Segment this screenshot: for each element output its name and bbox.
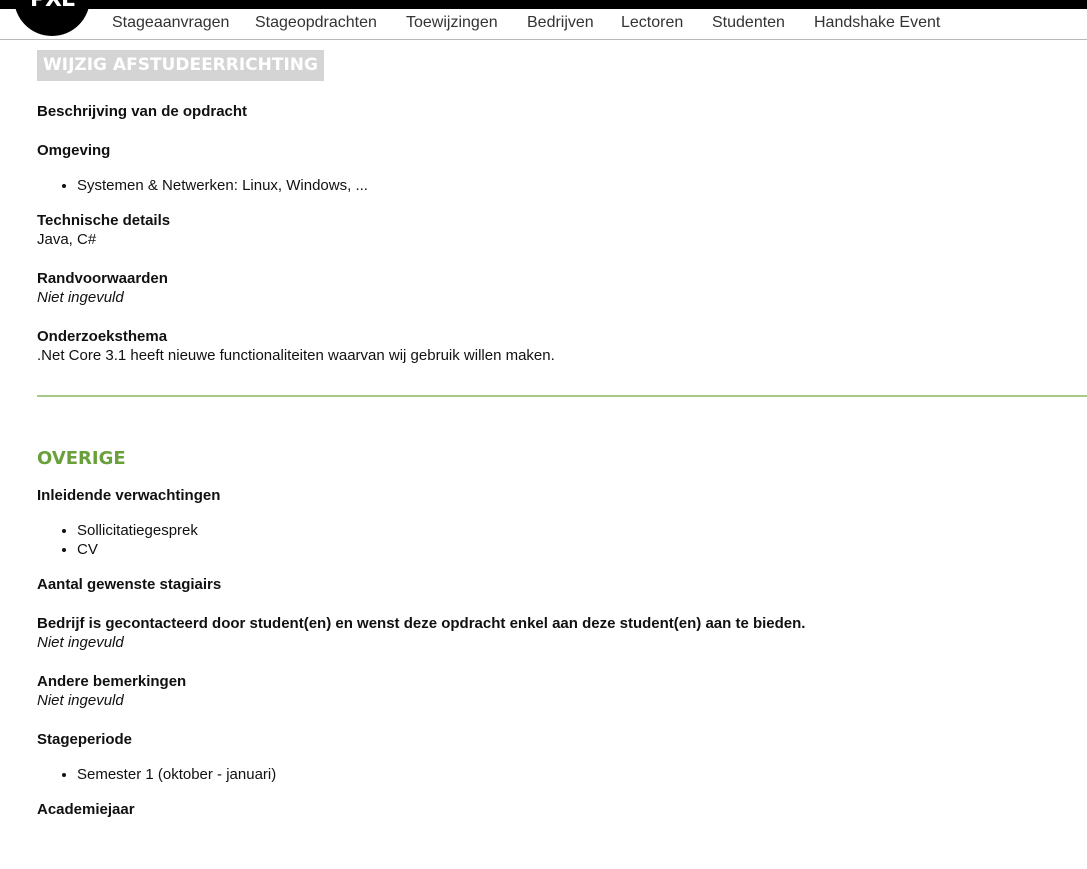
technical-details-value: Java, C# — [37, 231, 97, 248]
section-title-overige: OVERIGE — [37, 448, 126, 469]
nav-item-lectoren[interactable]: Lectoren — [621, 14, 683, 32]
nav-item-stageaanvragen[interactable]: Stageaanvragen — [112, 14, 229, 32]
contacted-value: Niet ingevuld — [37, 634, 124, 651]
nav-item-stageopdrachten[interactable]: Stageopdrachten — [255, 14, 377, 32]
environment-list: Systemen & Netwerken: Linux, Windows, ..… — [37, 176, 368, 195]
nav-item-bedrijven[interactable]: Bedrijven — [527, 14, 594, 32]
page-title: WIJZIG AFSTUDEERRICHTING — [37, 50, 324, 81]
logo-text: PXL — [30, 0, 75, 12]
list-item: CV — [77, 540, 198, 559]
section-divider — [37, 395, 1087, 397]
nav-item-toewijzingen[interactable]: Toewijzingen — [406, 14, 498, 32]
nav-item-studenten[interactable]: Studenten — [712, 14, 785, 32]
remarks-value: Niet ingevuld — [37, 692, 124, 709]
conditions-value: Niet ingevuld — [37, 289, 124, 306]
description-label: Beschrijving van de opdracht — [37, 103, 248, 120]
remarks-label: Andere bemerkingen — [37, 673, 187, 690]
list-item: Semester 1 (oktober - januari) — [77, 765, 276, 784]
academic-year-label: Academiejaar — [37, 801, 135, 818]
expectations-label: Inleidende verwachtingen — [37, 487, 221, 504]
research-theme-value: .Net Core 3.1 heeft nieuwe functionalite… — [37, 347, 555, 364]
expectations-list: Sollicitatiegesprek CV — [37, 521, 198, 559]
conditions-label: Randvoorwaarden — [37, 270, 168, 287]
internship-period-label: Stageperiode — [37, 731, 133, 748]
internship-period-list: Semester 1 (oktober - januari) — [37, 765, 276, 784]
technical-details-label: Technische details — [37, 212, 171, 229]
contacted-label: Bedrijf is gecontacteerd door student(en… — [37, 615, 806, 632]
top-bar — [0, 0, 1087, 9]
nav-item-handshake-event[interactable]: Handshake Event — [814, 14, 940, 32]
list-item: Sollicitatiegesprek — [77, 521, 198, 540]
main-navigation: Stageaanvragen Stageopdrachten Toewijzin… — [0, 9, 1087, 40]
interns-count-label: Aantal gewenste stagiairs — [37, 576, 222, 593]
list-item: Systemen & Netwerken: Linux, Windows, ..… — [77, 176, 368, 195]
research-theme-label: Onderzoeksthema — [37, 328, 168, 345]
environment-label: Omgeving — [37, 142, 111, 159]
